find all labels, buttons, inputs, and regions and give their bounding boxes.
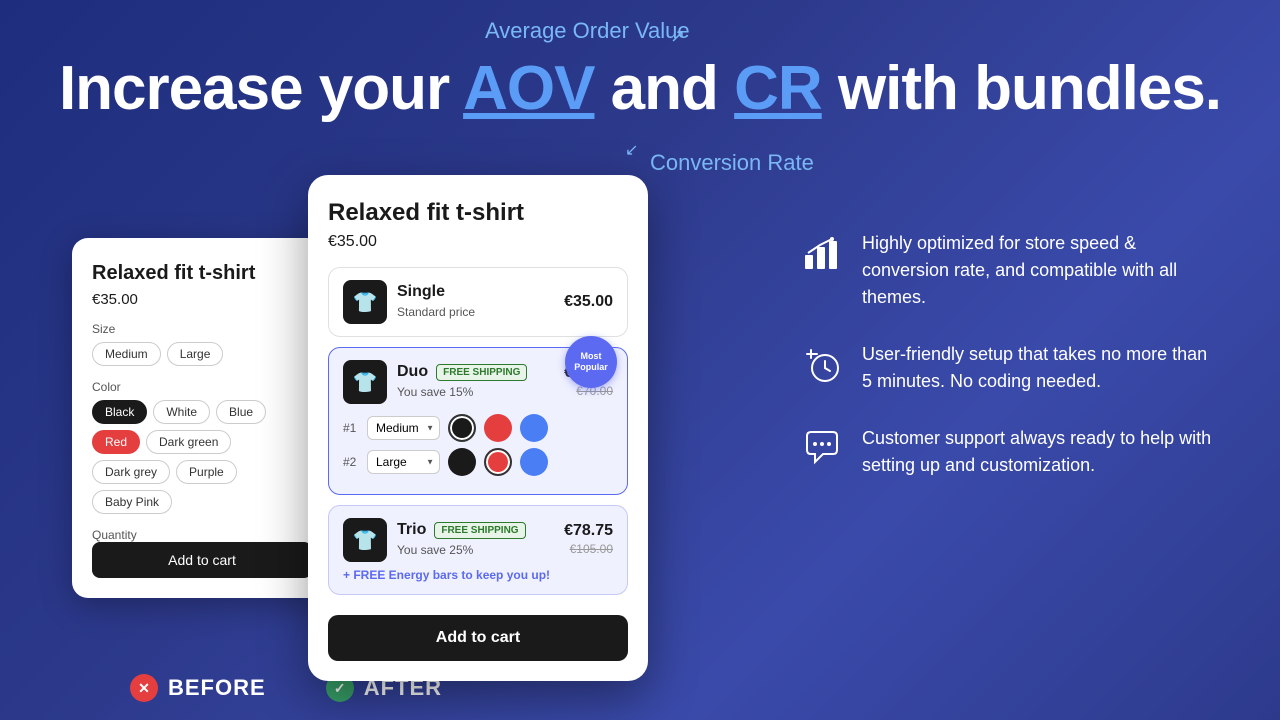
trio-price: €78.75 €105.00 <box>564 522 613 558</box>
single-price: €35.00 <box>564 293 613 311</box>
headline-part2: and <box>594 54 734 123</box>
before-add-to-cart[interactable]: Add to cart <box>92 542 312 578</box>
row2-color-black[interactable] <box>448 448 476 476</box>
chart-icon <box>800 232 844 276</box>
aov-arrow-icon: ↗ <box>670 26 685 47</box>
duo-color-selectors: #1 Medium Large Small #2 Large <box>343 414 613 476</box>
trio-price-current: €78.75 <box>564 522 613 540</box>
row1-color-red[interactable] <box>484 414 512 442</box>
bundle-single[interactable]: 👕 Single Standard price €35.00 <box>328 267 628 337</box>
feature-2-text: User-friendly setup that takes no more t… <box>862 341 1220 395</box>
feature-1: Highly optimized for store speed & conve… <box>800 230 1220 311</box>
row2-label: #2 <box>343 455 359 469</box>
color-label: Color <box>92 380 312 394</box>
color-baby-pink[interactable]: Baby Pink <box>92 490 172 514</box>
color-purple[interactable]: Purple <box>176 460 237 484</box>
clock-icon <box>800 343 844 387</box>
row1-size-wrapper: Medium Large Small <box>367 416 440 440</box>
most-popular-badge: Most Popular <box>565 336 617 388</box>
feature-3-text: Customer support always ready to help wi… <box>862 425 1220 479</box>
single-name: Single <box>397 283 445 301</box>
row1-color-blue[interactable] <box>520 414 548 442</box>
single-subtitle: Standard price <box>397 305 475 319</box>
single-price-current: €35.00 <box>564 293 613 311</box>
duo-row-2: #2 Large Medium Small <box>343 448 613 476</box>
color-blue[interactable]: Blue <box>216 400 266 424</box>
row2-color-blue[interactable] <box>520 448 548 476</box>
main-headline: Increase your AOV and CR with bundles. <box>0 55 1280 123</box>
feature-1-text: Highly optimized for store speed & conve… <box>862 230 1220 311</box>
before-card: Relaxed fit t-shirt €35.00 Size Medium L… <box>72 238 332 598</box>
before-label-item: ✕ BEFORE <box>130 674 266 702</box>
color-dark-green[interactable]: Dark green <box>146 430 231 454</box>
duo-tshirt-icon: 👕 <box>343 360 387 404</box>
row1-size-select[interactable]: Medium Large Small <box>367 416 440 440</box>
before-label: BEFORE <box>168 675 266 701</box>
size-label: Size <box>92 322 312 336</box>
row2-color-red[interactable] <box>484 448 512 476</box>
headline-part1: Increase your <box>59 54 463 123</box>
bundle-duo[interactable]: Most Popular 👕 Duo FREE SHIPPING You sav… <box>328 347 628 495</box>
size-medium[interactable]: Medium <box>92 342 161 366</box>
after-card: Relaxed fit t-shirt €35.00 👕 Single Stan… <box>308 175 648 681</box>
single-tshirt-icon: 👕 <box>343 280 387 324</box>
trio-price-original: €105.00 <box>570 542 613 556</box>
quantity-label: Quantity <box>92 528 312 542</box>
headline-aov: AOV <box>463 54 594 123</box>
color-black[interactable]: Black <box>92 400 147 424</box>
aov-annotation: Average Order Value <box>485 18 690 44</box>
color-white[interactable]: White <box>153 400 210 424</box>
trio-name: Trio <box>397 521 426 539</box>
duo-info: Duo FREE SHIPPING You save 15% <box>397 363 554 401</box>
bundle-trio[interactable]: 👕 Trio FREE SHIPPING You save 25% €78.75… <box>328 505 628 595</box>
feature-2: User-friendly setup that takes no more t… <box>800 341 1220 395</box>
headline-cr: CR <box>734 54 822 123</box>
bottom-labels: ✕ BEFORE ✓ AFTER <box>0 674 1280 702</box>
features-panel: Highly optimized for store speed & conve… <box>800 230 1220 509</box>
trio-tshirt-icon: 👕 <box>343 518 387 562</box>
cr-arrow-icon: ↙ <box>625 140 638 160</box>
trio-free-shipping-badge: FREE SHIPPING <box>434 522 525 539</box>
size-large[interactable]: Large <box>167 342 224 366</box>
before-price: €35.00 <box>92 291 312 308</box>
before-title: Relaxed fit t-shirt <box>92 262 312 285</box>
trio-info: Trio FREE SHIPPING You save 25% <box>397 521 554 559</box>
color-dark-grey[interactable]: Dark grey <box>92 460 170 484</box>
after-price: €35.00 <box>328 233 628 251</box>
headline-part3: with bundles. <box>822 54 1221 123</box>
before-icon: ✕ <box>130 674 158 702</box>
row2-size-select[interactable]: Large Medium Small <box>367 450 440 474</box>
trio-savings: You save 25% <box>397 543 473 557</box>
color-options: Black White Blue Red Dark green Dark gre… <box>92 400 312 514</box>
feature-3: Customer support always ready to help wi… <box>800 425 1220 479</box>
single-info: Single Standard price <box>397 283 554 321</box>
duo-name: Duo <box>397 363 428 381</box>
after-title: Relaxed fit t-shirt <box>328 199 628 227</box>
chat-icon <box>800 427 844 471</box>
row1-label: #1 <box>343 421 359 435</box>
size-options: Medium Large <box>92 342 312 366</box>
trio-extra: + FREE Energy bars to keep you up! <box>343 568 613 582</box>
row2-size-wrapper: Large Medium Small <box>367 450 440 474</box>
row1-color-black[interactable] <box>448 414 476 442</box>
duo-free-shipping-badge: FREE SHIPPING <box>436 364 527 381</box>
cr-annotation: Conversion Rate <box>650 150 814 176</box>
after-add-to-cart[interactable]: Add to cart <box>328 615 628 661</box>
duo-row-1: #1 Medium Large Small <box>343 414 613 442</box>
duo-savings: You save 15% <box>397 385 473 399</box>
color-red[interactable]: Red <box>92 430 140 454</box>
